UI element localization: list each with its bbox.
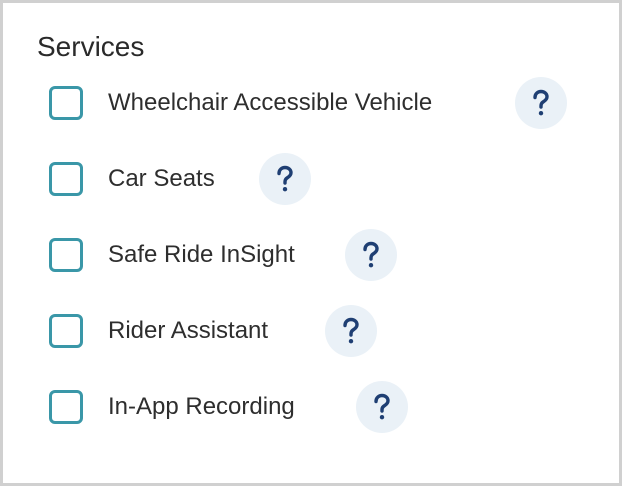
safe-ride-insight-label[interactable]: Safe Ride InSight <box>108 240 295 270</box>
question-mark-icon <box>277 165 293 192</box>
service-option-rider-assistant: Rider Assistant <box>49 305 268 357</box>
in-app-recording-label[interactable]: In-App Recording <box>108 392 295 422</box>
in-app-recording-checkbox[interactable] <box>49 390 83 424</box>
question-mark-icon <box>343 317 359 344</box>
question-mark-icon <box>533 89 549 116</box>
rider-assistant-help-button[interactable] <box>325 305 377 357</box>
car-seats-help-button[interactable] <box>259 153 311 205</box>
service-option-in-app-recording: In-App Recording <box>49 381 295 433</box>
car-seats-label[interactable]: Car Seats <box>108 164 215 194</box>
question-mark-icon <box>374 393 390 420</box>
wheelchair-accessible-vehicle-label[interactable]: Wheelchair Accessible Vehicle <box>108 88 432 118</box>
safe-ride-insight-help-button[interactable] <box>345 229 397 281</box>
service-option-car-seats: Car Seats <box>49 153 215 205</box>
rider-assistant-checkbox[interactable] <box>49 314 83 348</box>
service-option-wheelchair-accessible-vehicle: Wheelchair Accessible Vehicle <box>49 77 432 129</box>
car-seats-checkbox[interactable] <box>49 162 83 196</box>
in-app-recording-help-button[interactable] <box>356 381 408 433</box>
question-mark-icon <box>363 241 379 268</box>
wheelchair-accessible-vehicle-help-button[interactable] <box>515 77 567 129</box>
section-title: Services <box>37 31 145 62</box>
rider-assistant-label[interactable]: Rider Assistant <box>108 316 268 346</box>
safe-ride-insight-checkbox[interactable] <box>49 238 83 272</box>
service-option-safe-ride-insight: Safe Ride InSight <box>49 229 295 281</box>
services-panel: Services Wheelchair Accessible Vehicle C… <box>0 0 622 486</box>
wheelchair-accessible-vehicle-checkbox[interactable] <box>49 86 83 120</box>
